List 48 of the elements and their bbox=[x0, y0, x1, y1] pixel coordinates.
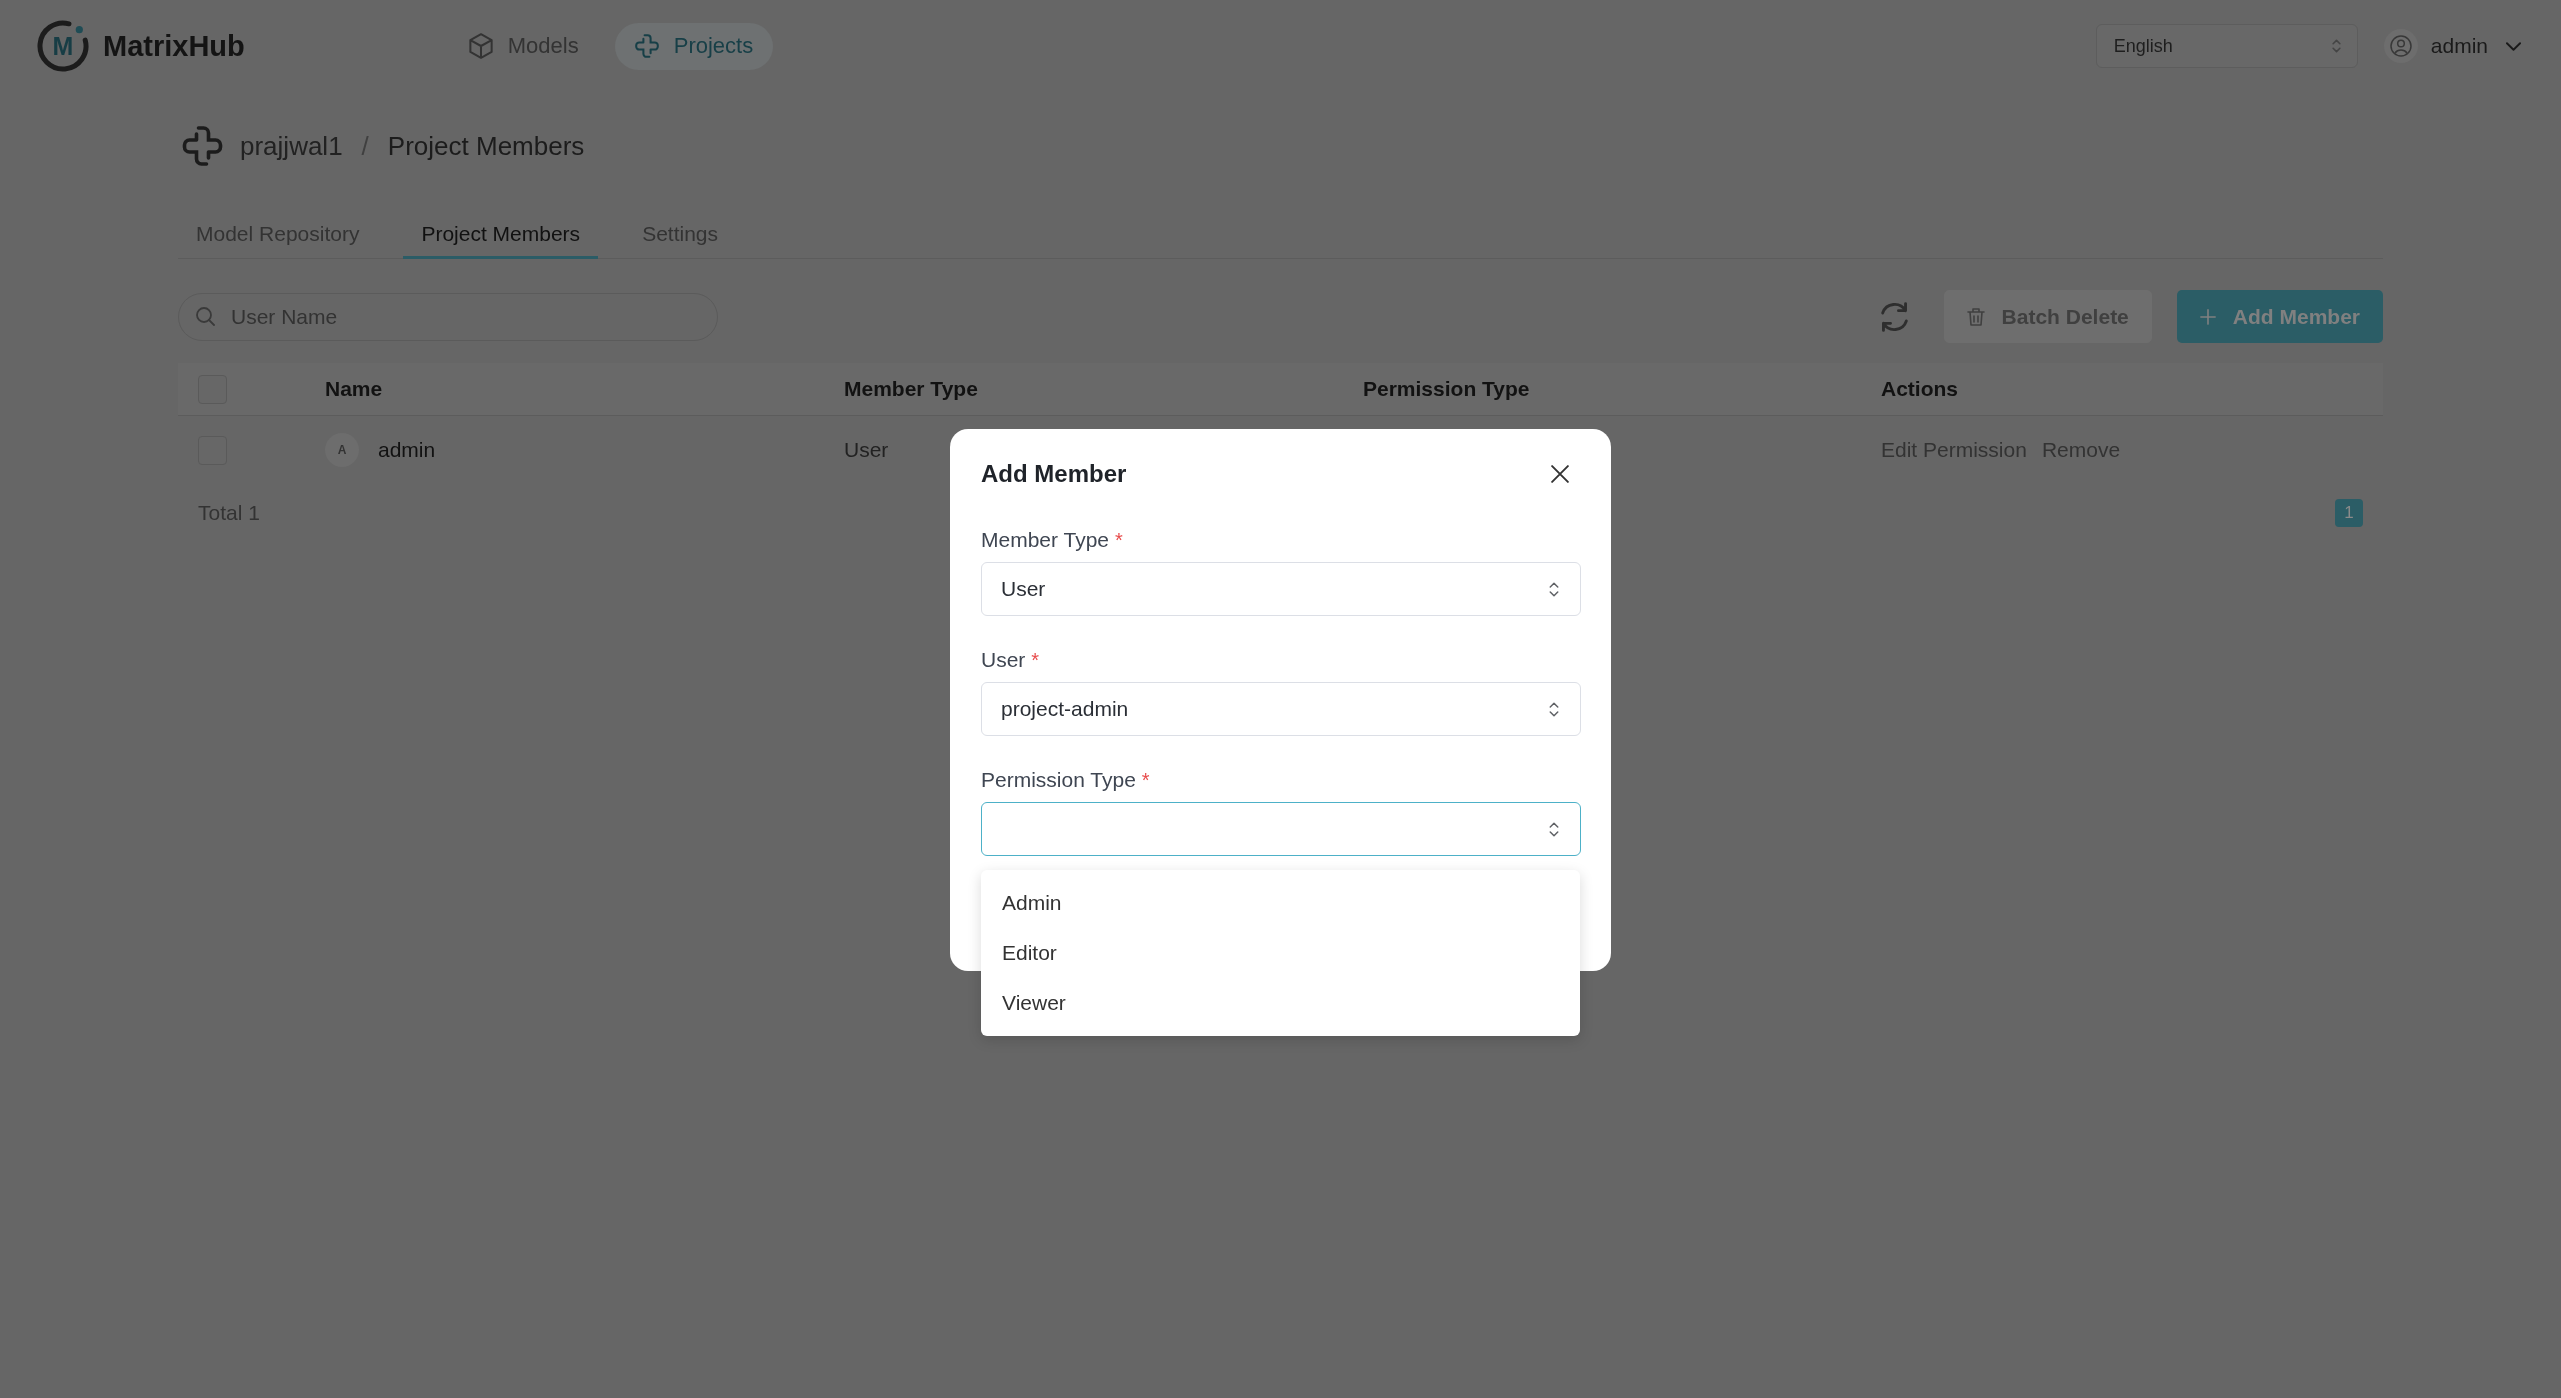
updown-chevron-icon bbox=[1549, 580, 1559, 598]
column-header: Actions bbox=[1881, 377, 1958, 401]
language-select[interactable]: English bbox=[2095, 24, 2358, 68]
plus-knot-icon bbox=[182, 126, 223, 166]
app-name: MatrixHub bbox=[103, 29, 245, 63]
trash-icon bbox=[1966, 307, 1985, 326]
search-icon bbox=[196, 306, 215, 326]
required-mark: * bbox=[1031, 648, 1040, 672]
logo-mark: M bbox=[52, 33, 74, 59]
field-label: Member Type bbox=[981, 528, 1109, 552]
refresh-button[interactable] bbox=[1879, 301, 1909, 332]
member-name: admin bbox=[378, 438, 436, 462]
select-field[interactable] bbox=[981, 802, 1581, 856]
modal-title: Add Member bbox=[981, 460, 1127, 488]
close-icon bbox=[1551, 465, 1569, 483]
field-label: Permission Type bbox=[981, 768, 1136, 792]
close-button[interactable] bbox=[1551, 465, 1569, 483]
breadcrumb-current: Project Members bbox=[387, 130, 585, 162]
plus-icon bbox=[2199, 308, 2216, 325]
dropdown-option[interactable]: Viewer bbox=[981, 978, 1580, 1028]
dropdown-option[interactable]: Admin bbox=[981, 878, 1580, 928]
required-mark: * bbox=[1141, 768, 1150, 792]
user-avatar-icon bbox=[2383, 29, 2418, 63]
tab[interactable]: Project Members bbox=[403, 211, 599, 259]
user-menu[interactable]: admin bbox=[2383, 29, 2521, 63]
column-header: Member Type bbox=[844, 377, 978, 401]
nav-tab[interactable]: Projects bbox=[614, 22, 774, 70]
chevron-down-icon bbox=[2506, 41, 2521, 51]
field-label: User bbox=[981, 648, 1026, 672]
table-cell: User bbox=[844, 438, 889, 462]
page-button[interactable]: 1 bbox=[2335, 499, 2363, 527]
user-avatar: A bbox=[325, 433, 359, 467]
updown-chevron-icon bbox=[2331, 39, 2341, 53]
column-header: Name bbox=[325, 377, 383, 401]
dropdown-option[interactable]: Editor bbox=[981, 928, 1580, 978]
column-header: Permission Type bbox=[1363, 377, 1530, 401]
breadcrumb-separator: / bbox=[361, 130, 369, 162]
select-field[interactable]: project-admin bbox=[981, 682, 1581, 736]
add-member-button[interactable]: Add Member bbox=[2176, 290, 2383, 343]
select-field[interactable]: User bbox=[981, 562, 1581, 616]
updown-chevron-icon bbox=[1549, 820, 1559, 838]
plus-knot-icon bbox=[634, 33, 659, 59]
breadcrumb-link[interactable]: prajjwal1 bbox=[240, 130, 343, 162]
logo-icon bbox=[36, 19, 90, 73]
updown-chevron-icon bbox=[1549, 700, 1559, 718]
required-mark: * bbox=[1115, 528, 1123, 552]
refresh-icon bbox=[1879, 301, 1909, 332]
cube-icon bbox=[468, 33, 493, 59]
